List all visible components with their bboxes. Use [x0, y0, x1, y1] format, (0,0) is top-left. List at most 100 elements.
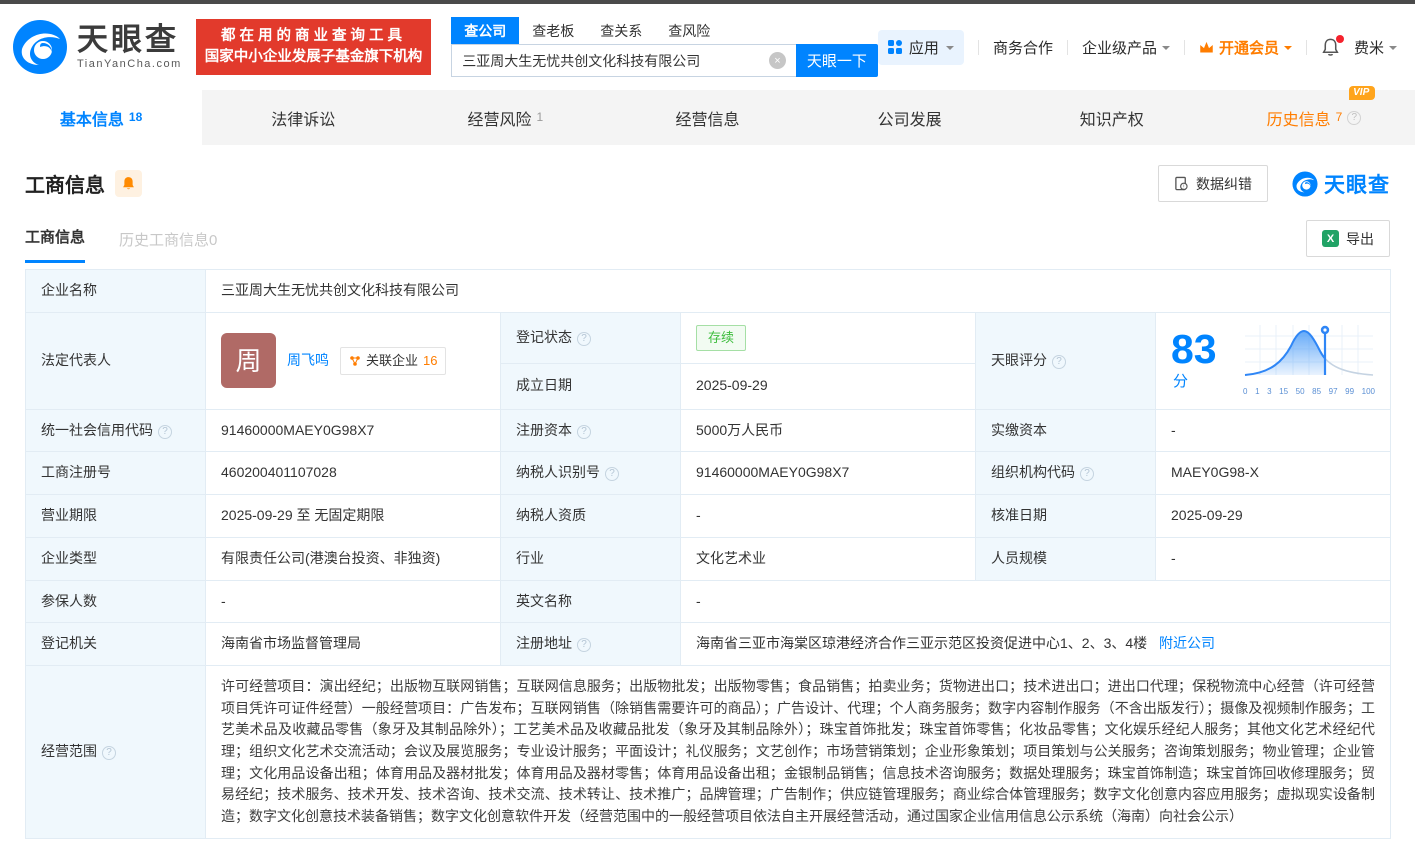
approval-date-value: 2025-09-29 [1154, 494, 1392, 538]
search-tab-boss[interactable]: 查老板 [519, 17, 587, 44]
nav-apps[interactable]: 应用 [877, 29, 964, 65]
subscribe-bell-button[interactable] [115, 170, 142, 197]
staff-size-value: - [1154, 536, 1392, 581]
tab-basic-info[interactable]: 基本信息 18 [0, 90, 203, 145]
watermark-label: 天眼查 [1324, 173, 1390, 197]
field-label-company-type: 企业类型 [25, 536, 206, 581]
help-icon[interactable]: ? [1052, 354, 1066, 369]
watermark-logo: 天眼查 [1292, 169, 1390, 199]
notifications-bell[interactable] [1321, 34, 1344, 57]
legal-rep-cell: 周 周飞鸣 关联企业 16 [205, 311, 501, 410]
table-row: 参保人数 - 英文名称 - [25, 579, 1392, 624]
reg-address-value: 海南省三亚市海棠区琼港经济合作三亚示范区投资促进中心1、2、3、4楼 [696, 635, 1148, 652]
score-value: 83 [1171, 325, 1217, 372]
divider [1305, 39, 1307, 55]
table-row: 营业期限 2025-09-29 至 无固定期限 纳税人资质 - 核准日期 202… [25, 494, 1392, 538]
reg-capital-value: 5000万人民币 [680, 408, 976, 453]
search-box: × [451, 44, 796, 77]
score-value-group[interactable]: 83分 [1171, 325, 1230, 393]
data-correction-button[interactable]: ! 数据纠错 [1158, 165, 1268, 202]
chevron-down-icon [945, 45, 954, 54]
field-label-reg-status: 登记状态? [500, 311, 681, 364]
nav-enterprise-label: 企业级产品 [1081, 39, 1157, 57]
help-icon[interactable]: ? [1080, 467, 1094, 482]
logo-eye-icon [1292, 170, 1318, 197]
header-nav: 应用 商务合作 企业级产品 开通会员 费米 [877, 29, 1397, 65]
business-scope-value: 许可经营项目：演出经纪；出版物互联网销售；互联网信息服务；出版物批发；出版物零售… [204, 664, 1392, 839]
tab-company-development[interactable]: 公司发展 [809, 90, 1011, 145]
tab-operation-risk[interactable]: 经营风险 1 [404, 90, 606, 145]
field-label-org-code: 组织机构代码? [975, 451, 1156, 496]
legal-rep-name-link[interactable]: 周飞鸣 [287, 350, 329, 372]
help-icon[interactable]: ? [577, 424, 591, 439]
tab-count: 1 [536, 109, 544, 124]
company-name-value: 三亚周大生无忧共创文化科技有限公司 [204, 269, 1392, 313]
related-companies-button[interactable]: 关联企业 16 [340, 346, 447, 375]
chevron-down-icon [1283, 45, 1292, 54]
vip-badge: VIP [1349, 85, 1376, 100]
field-label-score: 天眼评分? [975, 311, 1156, 410]
help-icon[interactable]: ? [1347, 110, 1362, 125]
help-icon[interactable]: ? [102, 745, 116, 760]
avatar[interactable]: 周 [221, 333, 276, 389]
excel-icon: X [1322, 230, 1339, 247]
chevron-down-icon [1389, 45, 1397, 54]
crown-icon [1200, 41, 1213, 52]
clear-search-icon[interactable]: × [768, 52, 786, 69]
chart-axis-ticks: 0 1 3 15 50 85 97 99 100 [1243, 387, 1376, 397]
search-tab-company[interactable]: 查公司 [451, 17, 520, 44]
help-icon[interactable]: ? [158, 424, 172, 439]
subtab-business-registration[interactable]: 工商信息 [25, 226, 86, 263]
help-icon[interactable]: ? [577, 637, 591, 652]
export-label: 导出 [1346, 230, 1374, 247]
tab-legal-litigation[interactable]: 法律诉讼 [202, 90, 404, 145]
field-label-company-name: 企业名称 [25, 269, 206, 313]
nav-user[interactable]: 费米 [1354, 37, 1397, 58]
export-button[interactable]: X 导出 [1306, 220, 1390, 257]
tab-label: 法律诉讼 [271, 111, 336, 129]
header: 天眼查 TianYanCha.com 都在用的商业查询工具 国家中小企业发展子基… [0, 4, 1415, 90]
bell-curve-chart [1244, 324, 1374, 376]
tianyancha-logo[interactable]: 天眼查 TianYanCha.com [12, 19, 182, 75]
status-badge: 存续 [696, 324, 747, 351]
field-label-business-term: 营业期限 [25, 494, 206, 538]
tab-business-info[interactable]: 经营信息 [606, 90, 808, 145]
taxpayer-quality-value: - [680, 494, 976, 538]
taxpayer-id-value: 91460000MAEY0G98X7 [680, 451, 976, 496]
logo-title: 天眼查 [77, 21, 179, 57]
field-label-legal-rep: 法定代表人 [25, 311, 206, 410]
table-row: 企业名称 三亚周大生无忧共创文化科技有限公司 [25, 269, 1392, 313]
nav-open-vip[interactable]: 开通会员 [1199, 37, 1292, 58]
tab-label: 公司发展 [877, 111, 942, 129]
search-tab-relation[interactable]: 查关系 [587, 17, 655, 44]
search-button[interactable]: 天眼一下 [795, 44, 878, 77]
search-input[interactable] [462, 52, 769, 69]
field-label-industry: 行业 [500, 536, 681, 581]
insured-count-value: - [205, 579, 501, 624]
search-tab-risk[interactable]: 查风险 [655, 17, 723, 44]
tab-history-info[interactable]: VIP 历史信息 7 ? [1213, 85, 1415, 145]
search-tabs: 查公司 查老板 查关系 查风险 [451, 17, 878, 44]
table-row: 统一社会信用代码? 91460000MAEY0G98X7 注册资本? 5000万… [25, 408, 1392, 453]
tab-label: 经营风险 [467, 111, 532, 129]
table-row: 登记机关 海南省市场监督管理局 注册地址? 海南省三亚市海棠区琼港经济合作三亚示… [25, 622, 1392, 666]
nav-cooperation[interactable]: 商务合作 [993, 37, 1053, 58]
section-header: 工商信息 ! 数据纠错 天眼查 [0, 145, 1415, 202]
help-icon[interactable]: ? [577, 331, 591, 346]
establish-date-value: 2025-09-29 [680, 362, 976, 410]
related-companies-label: 关联企业 [366, 352, 419, 368]
field-label-reg-authority: 登记机关 [25, 622, 206, 666]
main-tabbar: 基本信息 18 法律诉讼 经营风险 1 经营信息 公司发展 知识产权 VIP 历… [0, 85, 1415, 145]
tab-intellectual-property[interactable]: 知识产权 [1011, 90, 1213, 145]
help-icon[interactable]: ? [605, 467, 619, 482]
reg-status-cell: 存续 [680, 311, 976, 364]
subtab-history-registration[interactable]: 历史工商信息0 [119, 229, 217, 263]
nav-enterprise-products[interactable]: 企业级产品 [1082, 37, 1170, 58]
credit-code-value: 91460000MAEY0G98X7 [205, 408, 501, 453]
subtab-row: 工商信息 历史工商信息0 X 导出 [0, 202, 1415, 263]
nav-apps-label: 应用 [908, 39, 939, 57]
slogan-line1: 都在用的商业查询工具 [221, 28, 407, 44]
tab-label: 基本信息 [59, 111, 124, 129]
logo-eye-icon [13, 20, 67, 74]
nearby-companies-link[interactable]: 附近公司 [1159, 635, 1215, 651]
